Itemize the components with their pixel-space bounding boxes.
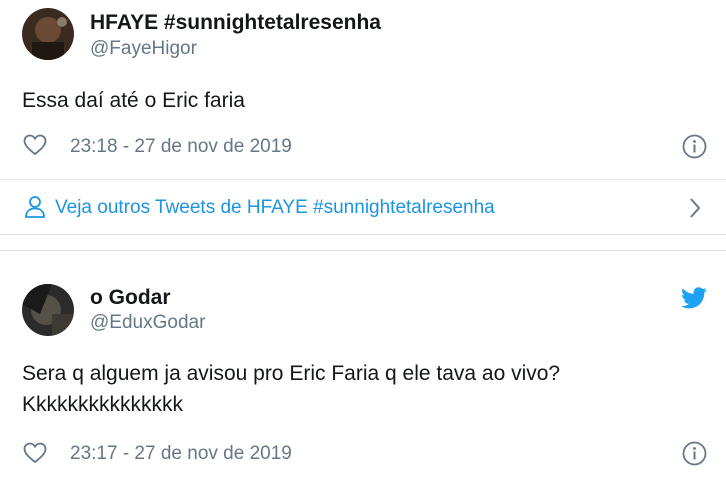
tweet-card-godar[interactable]: o Godar @EduxGodar Sera q alguem ja avis…: [0, 251, 726, 479]
avatar[interactable]: [22, 284, 74, 336]
info-circle-icon[interactable]: [682, 134, 707, 159]
tweet-text: Sera q alguem ja avisou pro Eric Faria q…: [22, 358, 560, 420]
more-tweets-label[interactable]: Veja outros Tweets de HFAYE #sunnighteta…: [55, 197, 495, 219]
tweet-text-line: Sera q alguem ja avisou pro Eric Faria q…: [22, 362, 561, 385]
heart-outline-icon[interactable]: [23, 442, 47, 464]
timestamp[interactable]: 23:18 - 27 de nov de 2019: [70, 136, 292, 158]
avatar[interactable]: [22, 8, 74, 60]
tweet-text-line: Kkkkkkkkkkkkkkk: [22, 393, 184, 416]
section-gap: [0, 235, 726, 249]
more-tweets-link[interactable]: Veja outros Tweets de HFAYE #sunnighteta…: [0, 180, 726, 234]
display-name[interactable]: HFAYE #sunnightetalresenha: [90, 11, 381, 35]
heart-outline-icon[interactable]: [23, 134, 47, 156]
twitter-bird-icon[interactable]: [681, 287, 707, 309]
display-name[interactable]: o Godar: [90, 286, 171, 310]
user-handle[interactable]: @EduxGodar: [90, 312, 205, 334]
chevron-right-icon[interactable]: [688, 197, 702, 219]
tweet-text: Essa daí até o Eric faria: [22, 85, 245, 116]
person-outline-icon: [25, 196, 45, 218]
timestamp[interactable]: 23:17 - 27 de nov de 2019: [70, 443, 292, 465]
tweet-card-hfaye[interactable]: HFAYE #sunnightetalresenha @FayeHigor Es…: [0, 0, 726, 180]
tweet-text-line: Essa daí até o Eric faria: [22, 89, 245, 112]
user-handle[interactable]: @FayeHigor: [90, 38, 197, 60]
info-circle-icon[interactable]: [682, 441, 707, 466]
